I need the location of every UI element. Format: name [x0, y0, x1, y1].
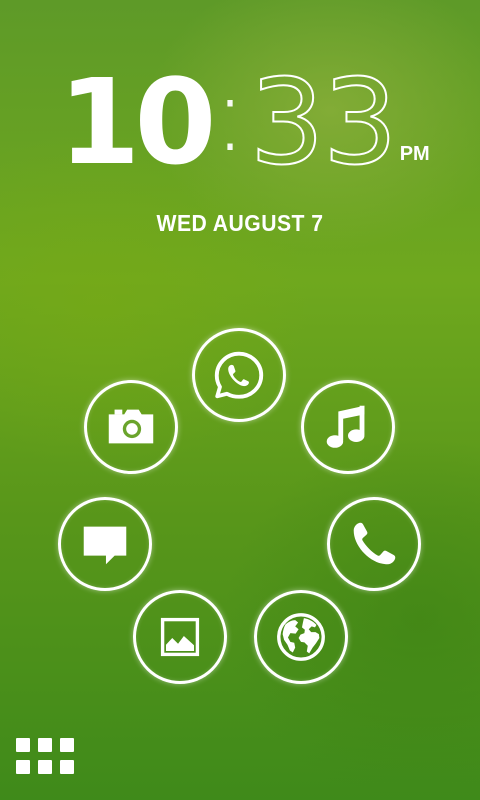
clock-minutes: 33 [249, 53, 399, 191]
message-bubble-icon [83, 526, 127, 565]
app-drawer-grid-icon [60, 738, 74, 752]
camera-app-button[interactable] [84, 380, 178, 474]
gallery-app-button[interactable] [133, 590, 227, 684]
app-drawer-grid-icon [60, 760, 74, 774]
app-drawer-grid-icon [38, 760, 52, 774]
whatsapp-icon [214, 351, 264, 399]
date-label: WED AUGUST 7 [156, 210, 324, 236]
app-drawer-grid-icon [16, 760, 30, 774]
clock-ampm: PM [399, 143, 430, 165]
phone-app-button[interactable] [327, 497, 421, 591]
whatsapp-app-button[interactable] [192, 328, 286, 422]
clock-separator: : [212, 53, 248, 175]
browser-app-button[interactable] [254, 590, 348, 684]
music-app-button[interactable] [301, 380, 395, 474]
music-note-icon [326, 405, 365, 448]
camera-icon [108, 409, 154, 444]
app-drawer-button[interactable] [16, 738, 74, 774]
clock-hours: 10 [58, 53, 216, 191]
messaging-app-button[interactable] [58, 497, 152, 591]
phone-icon [353, 522, 396, 565]
clock-time: 10:33 PM [58, 54, 430, 183]
picture-icon [160, 617, 200, 657]
clock: 10:33 PM [0, 54, 480, 183]
app-drawer-grid-icon [16, 738, 30, 752]
app-drawer-grid-icon [38, 738, 52, 752]
globe-icon [277, 613, 325, 661]
